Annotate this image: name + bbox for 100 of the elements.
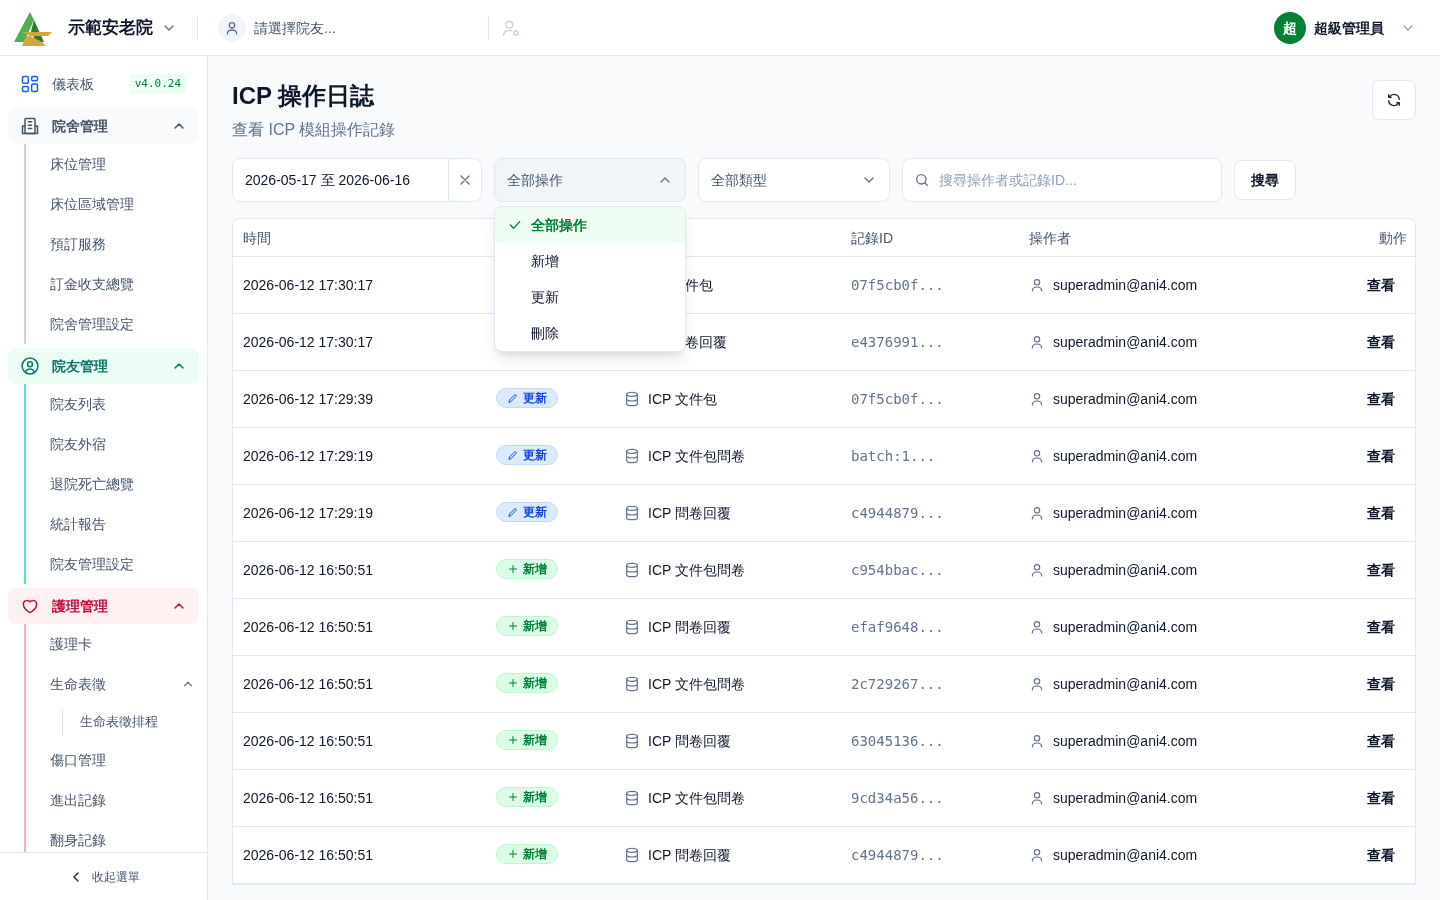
table-cell: 9cd34a56... <box>851 790 944 806</box>
sidebar-item[interactable]: 院友列表 <box>50 384 199 424</box>
database-icon <box>624 790 640 806</box>
sidebar-item[interactable]: 儀表板 <box>52 74 117 94</box>
collapse-menu-button[interactable]: 收起選單 <box>67 868 140 885</box>
sidebar-item[interactable]: 進出記錄 <box>50 780 199 820</box>
sidebar-group[interactable]: 院友管理 <box>8 348 199 384</box>
view-link[interactable]: 查看 <box>1367 389 1395 409</box>
user-icon <box>1029 676 1045 692</box>
table-cell-text: ICP 文件包問卷 <box>648 675 745 694</box>
user-icon <box>1029 505 1045 521</box>
dropdown-option[interactable]: 刪除 <box>495 315 685 351</box>
sidebar-item[interactable]: 統計報告 <box>50 504 199 544</box>
sidebar-item[interactable]: 床位管理 <box>50 144 199 184</box>
sidebar-item[interactable]: 翻身記錄 <box>50 820 199 852</box>
database-icon <box>624 562 640 578</box>
database-icon <box>624 619 640 635</box>
database-icon <box>624 505 640 521</box>
table-cell-text: superadmin@ani4.com <box>1053 846 1198 865</box>
table-cell: 2c729267... <box>851 676 944 692</box>
database-icon <box>624 847 640 863</box>
view-link[interactable]: 查看 <box>1367 332 1395 352</box>
pencil-icon <box>507 506 519 518</box>
sidebar-item[interactable]: 床位區域管理 <box>50 184 199 224</box>
search-button[interactable]: 搜尋 <box>1234 160 1296 200</box>
dropdown-option[interactable]: 更新 <box>495 279 685 315</box>
sidebar-group[interactable]: 護理管理 <box>8 588 199 624</box>
plus-icon <box>507 848 519 860</box>
sidebar-item[interactable]: 退院死亡總覽 <box>50 464 199 504</box>
table-cell-text: ICP 文件包問卷 <box>648 561 745 580</box>
dropdown-option[interactable]: 全部操作 <box>495 207 685 243</box>
sidebar-item[interactable]: 訂金收支總覽 <box>50 264 199 304</box>
pencil-icon <box>507 392 519 404</box>
table-cell-text: superadmin@ani4.com <box>1053 732 1198 751</box>
view-link[interactable]: 查看 <box>1367 275 1395 295</box>
view-link[interactable]: 查看 <box>1367 674 1395 694</box>
table-cell: 2026-06-12 17:30:17 <box>243 334 373 350</box>
table-cell-text: ICP 問卷回覆 <box>648 846 731 865</box>
view-link[interactable]: 查看 <box>1367 845 1395 865</box>
table-cell: 件包 <box>685 277 713 293</box>
dropdown-option[interactable]: 新增 <box>495 243 685 279</box>
plus-icon <box>507 620 519 632</box>
operation-badge: 新增 <box>496 673 558 693</box>
sidebar-item[interactable]: 院友管理設定 <box>50 544 199 584</box>
table-cell: 2026-06-12 17:30:17 <box>243 277 373 293</box>
sidebar-item[interactable]: 預訂服務 <box>50 224 199 264</box>
page-subtitle: 查看 ICP 模組操作記錄 <box>232 120 396 140</box>
database-icon <box>624 448 640 464</box>
view-link[interactable]: 查看 <box>1367 731 1395 751</box>
table-cell: 2026-06-12 16:50:51 <box>243 562 373 578</box>
table-cell: c954bbac... <box>851 562 944 578</box>
table-cell-text: superadmin@ani4.com <box>1053 561 1198 580</box>
table-cell-text: superadmin@ani4.com <box>1053 675 1198 694</box>
table-cell-text: superadmin@ani4.com <box>1053 789 1198 808</box>
user-icon <box>1029 334 1045 350</box>
user-menu[interactable]: 超 超級管理員 <box>1274 11 1416 44</box>
type-select[interactable]: 全部類型 <box>698 158 890 202</box>
search-field[interactable]: 搜尋操作者或記錄ID... <box>902 158 1222 202</box>
table-cell: 2026-06-12 16:50:51 <box>243 619 373 635</box>
resident-selector[interactable]: 請選擇院友... <box>218 13 488 42</box>
org-selector[interactable]: 示範安老院 <box>68 14 177 41</box>
plus-icon <box>507 677 519 689</box>
table-cell: 63045136... <box>851 733 944 749</box>
operation-badge: 更新 <box>496 445 558 465</box>
view-link[interactable]: 查看 <box>1367 788 1395 808</box>
plus-icon <box>507 734 519 746</box>
sidebar-item[interactable]: 院友外宿 <box>50 424 199 464</box>
table-cell-text: ICP 問卷回覆 <box>648 732 731 751</box>
table-cell-text: ICP 文件包問卷 <box>648 789 745 808</box>
view-link[interactable]: 查看 <box>1367 617 1395 637</box>
column-header: 記錄ID <box>850 229 894 246</box>
operation-select[interactable]: 全部操作 <box>494 158 686 202</box>
user-icon <box>1029 277 1045 293</box>
operation-badge: 新增 <box>496 559 558 579</box>
user-icon <box>1029 790 1045 806</box>
refresh-button[interactable] <box>1372 80 1416 120</box>
sidebar-item[interactable]: 護理卡 <box>50 624 199 664</box>
table-cell-text: superadmin@ani4.com <box>1053 390 1198 409</box>
table-cell: 卷回覆 <box>685 334 727 350</box>
column-header: 時間 <box>242 229 272 246</box>
table-cell-text: superadmin@ani4.com <box>1053 618 1198 637</box>
operation-badge: 新增 <box>496 787 558 807</box>
view-link[interactable]: 查看 <box>1367 446 1395 466</box>
table-cell-text: ICP 問卷回覆 <box>648 618 731 637</box>
table-cell: 07f5cb0f... <box>851 391 944 407</box>
sidebar-item[interactable]: 生命表徵 <box>50 664 199 704</box>
view-link[interactable]: 查看 <box>1367 503 1395 523</box>
date-range-field[interactable]: 2026-05-17 至 2026-06-16 <box>232 158 482 202</box>
operation-badge: 更新 <box>496 502 558 522</box>
sidebar-item[interactable]: 傷口管理 <box>50 740 199 780</box>
sidebar-item[interactable]: 院舍管理設定 <box>50 304 199 344</box>
plus-icon <box>507 563 519 575</box>
sidebar-item[interactable]: 生命表徵排程 <box>80 704 199 740</box>
view-link[interactable]: 查看 <box>1367 560 1395 580</box>
database-icon <box>624 733 640 749</box>
user-icon <box>1029 847 1045 863</box>
user-circle-icon <box>20 356 40 376</box>
sidebar-group[interactable]: 院舍管理 <box>8 108 199 144</box>
user-icon <box>1029 619 1045 635</box>
user-avatar: 超 <box>1274 11 1306 44</box>
